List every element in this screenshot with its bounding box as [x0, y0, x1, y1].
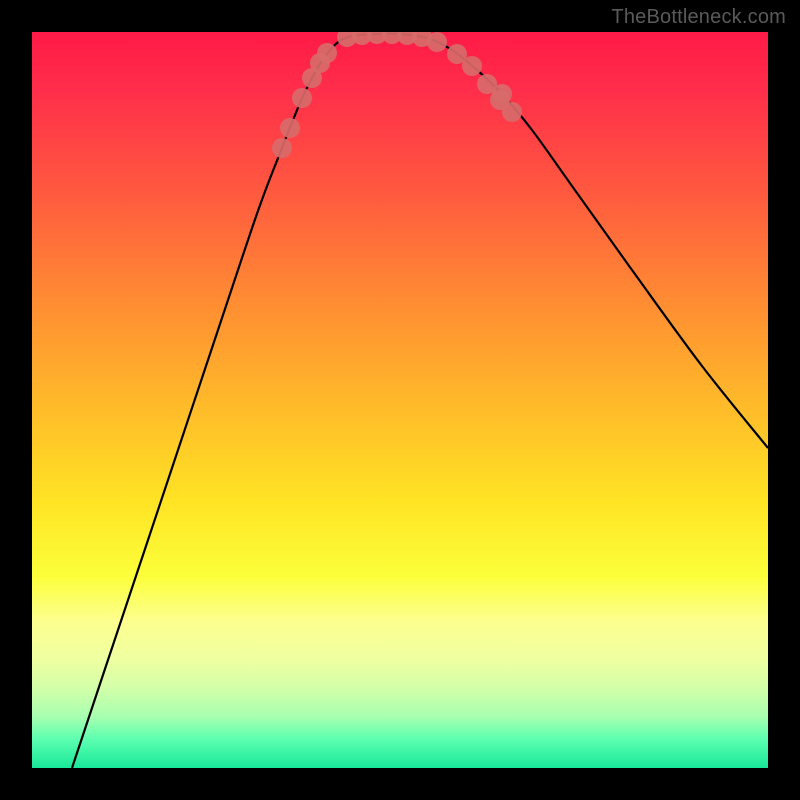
highlight-marker [462, 56, 482, 76]
plot-area [32, 32, 768, 768]
curve-svg [32, 32, 768, 768]
highlight-marker [280, 118, 300, 138]
chart-frame: TheBottleneck.com [0, 0, 800, 800]
highlight-marker [427, 32, 447, 52]
watermark-text: TheBottleneck.com [611, 6, 786, 29]
marker-group [272, 32, 522, 158]
highlight-marker [317, 43, 337, 63]
highlight-marker [272, 138, 292, 158]
highlight-marker [292, 88, 312, 108]
bottleneck-curve [72, 34, 768, 768]
highlight-marker [502, 102, 522, 122]
highlight-marker [492, 84, 512, 104]
